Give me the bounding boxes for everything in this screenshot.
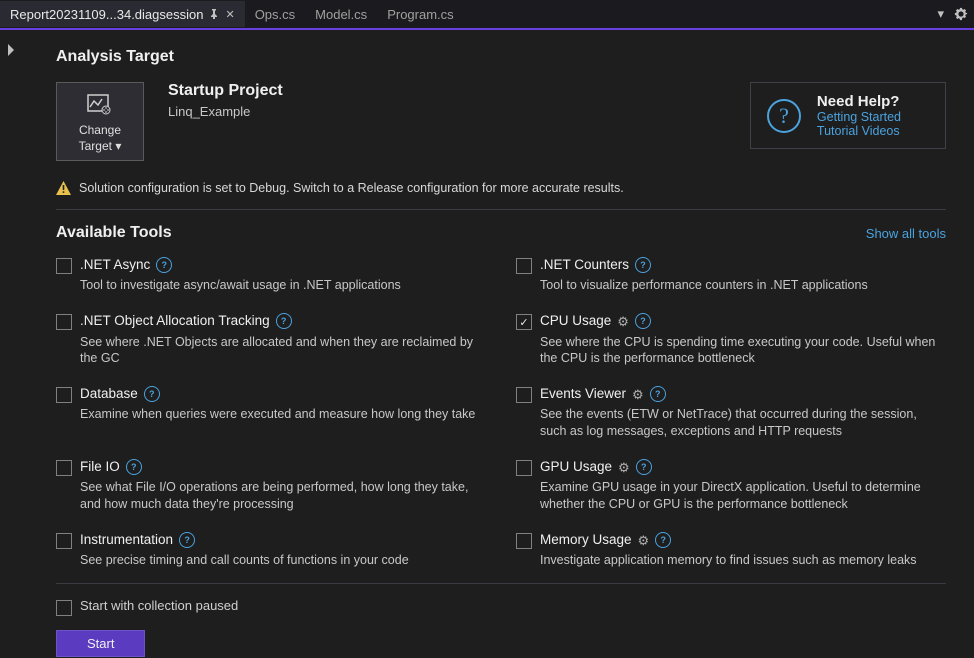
project-name: Linq_Example bbox=[168, 104, 283, 119]
tool-checkbox[interactable] bbox=[516, 460, 532, 476]
close-icon[interactable]: ✕ bbox=[225, 8, 234, 21]
available-tools-heading: Available Tools bbox=[56, 224, 172, 242]
tool-description: See where .NET Objects are allocated and… bbox=[80, 334, 486, 368]
info-icon[interactable]: ? bbox=[655, 532, 671, 548]
tool-checkbox[interactable] bbox=[56, 387, 72, 403]
gear-icon[interactable] bbox=[954, 7, 968, 21]
project-title: Startup Project bbox=[168, 82, 283, 100]
tool-name[interactable]: Memory Usage bbox=[540, 531, 632, 549]
svg-text:?: ? bbox=[779, 103, 789, 128]
tool-description: Tool to visualize performance counters i… bbox=[540, 277, 946, 294]
pin-icon[interactable] bbox=[209, 9, 219, 19]
tab-program[interactable]: Program.cs bbox=[377, 1, 463, 27]
tool-name[interactable]: .NET Counters bbox=[540, 256, 629, 274]
start-button[interactable]: Start bbox=[56, 630, 145, 657]
tool-description: See the events (ETW or NetTrace) that oc… bbox=[540, 406, 946, 440]
tab-diagsession[interactable]: Report20231109...34.diagsession ✕ bbox=[0, 1, 245, 27]
expand-panel-icon[interactable] bbox=[6, 44, 16, 56]
gear-icon[interactable]: ⚙ bbox=[617, 313, 629, 331]
tool-name[interactable]: Events Viewer bbox=[540, 385, 626, 403]
tool-description: Examine GPU usage in your DirectX applic… bbox=[540, 479, 946, 513]
tab-label: Ops.cs bbox=[255, 7, 295, 22]
tool-item: Memory Usage ⚙ ? Investigate application … bbox=[516, 531, 946, 569]
config-warning: Solution configuration is set to Debug. … bbox=[56, 181, 946, 195]
tool-item: Events Viewer ⚙ ? See the events (ETW or … bbox=[516, 385, 946, 440]
tab-model[interactable]: Model.cs bbox=[305, 1, 377, 27]
tab-ops[interactable]: Ops.cs bbox=[245, 1, 305, 27]
tool-item: CPU Usage ⚙ ? See where the CPU is spendi… bbox=[516, 312, 946, 367]
tool-name[interactable]: GPU Usage bbox=[540, 458, 612, 476]
info-icon[interactable]: ? bbox=[156, 257, 172, 273]
info-icon[interactable]: ? bbox=[650, 386, 666, 402]
info-icon[interactable]: ? bbox=[636, 459, 652, 475]
tool-name[interactable]: .NET Async bbox=[80, 256, 150, 274]
gear-icon[interactable]: ⚙ bbox=[618, 459, 630, 477]
tool-name[interactable]: CPU Usage bbox=[540, 312, 611, 330]
divider bbox=[56, 209, 946, 210]
warning-text: Solution configuration is set to Debug. … bbox=[79, 181, 624, 195]
tool-name[interactable]: Database bbox=[80, 385, 138, 403]
tool-description: See where the CPU is spending time execu… bbox=[540, 334, 946, 368]
warning-icon bbox=[56, 181, 71, 195]
tool-checkbox[interactable] bbox=[516, 258, 532, 274]
tool-checkbox[interactable] bbox=[56, 258, 72, 274]
tool-checkbox[interactable] bbox=[56, 460, 72, 476]
tool-checkbox[interactable] bbox=[516, 533, 532, 549]
tool-item: .NET Async ? Tool to investigate async/aw… bbox=[56, 256, 486, 294]
chevron-down-icon: ▾ bbox=[115, 139, 121, 153]
tool-item: Instrumentation ? See precise timing and … bbox=[56, 531, 486, 569]
help-title: Need Help? bbox=[817, 93, 901, 110]
tool-item: .NET Counters ? Tool to visualize perform… bbox=[516, 256, 946, 294]
change-target-label: Change Target ▾ bbox=[61, 123, 139, 154]
tool-description: Examine when queries were executed and m… bbox=[80, 406, 486, 423]
tool-checkbox[interactable] bbox=[516, 387, 532, 403]
help-link-getting-started[interactable]: Getting Started bbox=[817, 110, 901, 124]
tool-name[interactable]: Instrumentation bbox=[80, 531, 173, 549]
start-paused-label: Start with collection paused bbox=[80, 598, 238, 613]
window-dropdown-icon[interactable]: ▾ bbox=[937, 6, 944, 22]
help-panel: ? Need Help? Getting Started Tutorial Vi… bbox=[750, 82, 946, 149]
tool-description: Tool to investigate async/await usage in… bbox=[80, 277, 486, 294]
tool-name[interactable]: File IO bbox=[80, 458, 120, 476]
tools-grid: .NET Async ? Tool to investigate async/aw… bbox=[56, 256, 946, 569]
info-icon[interactable]: ? bbox=[276, 313, 292, 329]
tool-checkbox[interactable] bbox=[56, 533, 72, 549]
tab-label: Model.cs bbox=[315, 7, 367, 22]
info-icon[interactable]: ? bbox=[635, 313, 651, 329]
divider bbox=[56, 583, 946, 584]
tool-item: Database ? Examine when queries were exec… bbox=[56, 385, 486, 440]
help-icon: ? bbox=[765, 97, 803, 135]
tool-description: Investigate application memory to find i… bbox=[540, 552, 946, 569]
show-all-tools-link[interactable]: Show all tools bbox=[866, 226, 946, 241]
info-icon[interactable]: ? bbox=[179, 532, 195, 548]
tool-checkbox[interactable] bbox=[56, 314, 72, 330]
document-tabs: Report20231109...34.diagsession ✕ Ops.cs… bbox=[0, 0, 974, 30]
tool-name[interactable]: .NET Object Allocation Tracking bbox=[80, 312, 270, 330]
analysis-target-heading: Analysis Target bbox=[56, 48, 946, 66]
start-paused-checkbox[interactable] bbox=[56, 600, 72, 616]
tool-description: See precise timing and call counts of fu… bbox=[80, 552, 486, 569]
change-target-button[interactable]: Change Target ▾ bbox=[56, 82, 144, 161]
tool-item: File IO ? See what File I/O operations ar… bbox=[56, 458, 486, 513]
info-icon[interactable]: ? bbox=[126, 459, 142, 475]
gear-icon[interactable]: ⚙ bbox=[638, 532, 650, 550]
tool-checkbox[interactable] bbox=[516, 314, 532, 330]
tab-label: Program.cs bbox=[387, 7, 453, 22]
tool-item: .NET Object Allocation Tracking ? See whe… bbox=[56, 312, 486, 367]
help-link-tutorial-videos[interactable]: Tutorial Videos bbox=[817, 124, 901, 138]
tool-item: GPU Usage ⚙ ? Examine GPU usage in your D… bbox=[516, 458, 946, 513]
info-icon[interactable]: ? bbox=[144, 386, 160, 402]
tab-label: Report20231109...34.diagsession bbox=[10, 7, 203, 22]
start-paused-option[interactable]: Start with collection paused bbox=[56, 598, 946, 616]
info-icon[interactable]: ? bbox=[635, 257, 651, 273]
gear-icon[interactable]: ⚙ bbox=[632, 386, 644, 404]
tool-description: See what File I/O operations are being p… bbox=[80, 479, 486, 513]
